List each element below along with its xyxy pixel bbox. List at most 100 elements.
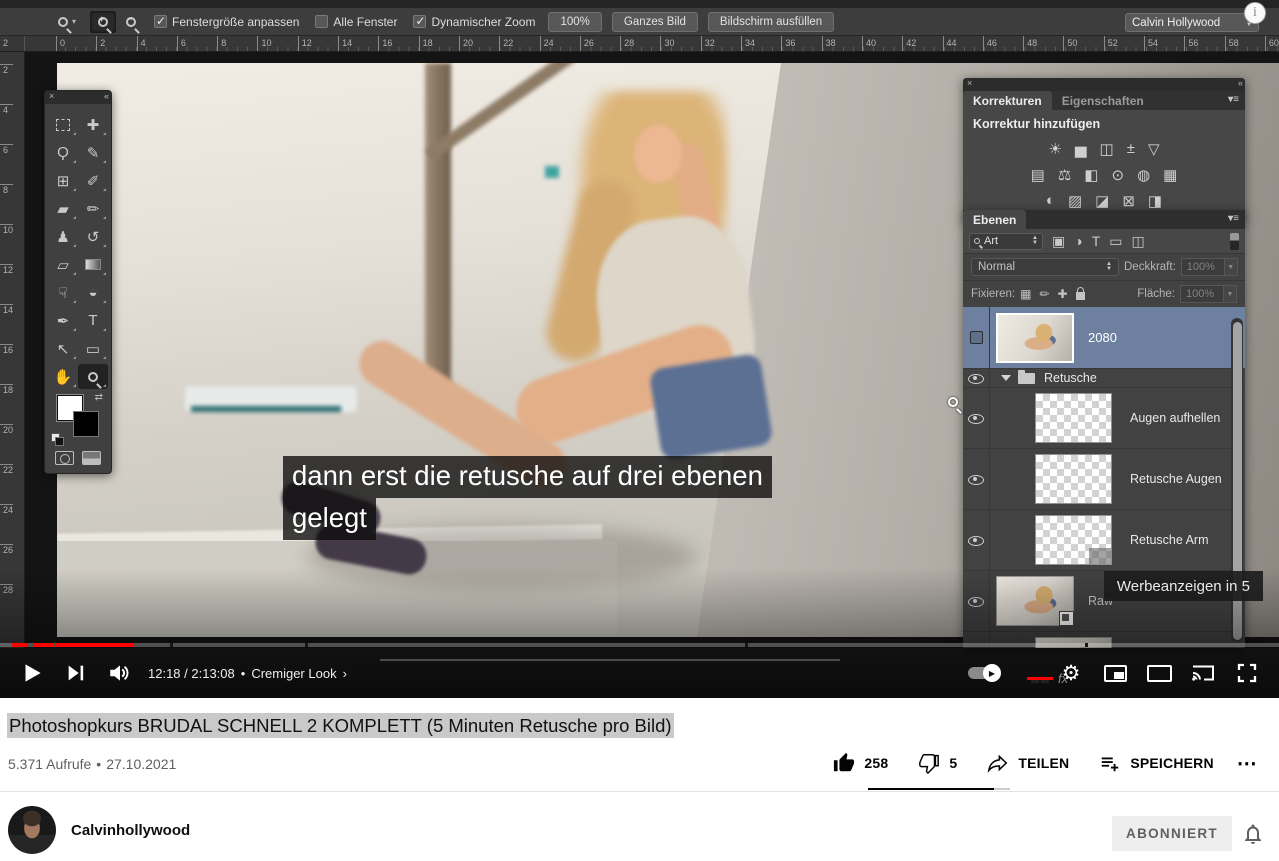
layer-thumbnail[interactable] [1035,454,1112,504]
zoom-tool-dropdown[interactable]: ▾ [58,17,76,27]
pen-tool[interactable]: ✒ [48,308,78,333]
more-actions-button[interactable]: ⋯ [1229,745,1265,781]
channel-mixer-icon[interactable]: ◍ [1137,166,1150,184]
filter-type-layers-icon[interactable]: T [1092,233,1101,250]
lock-all-icon[interactable] [1076,292,1085,300]
filter-switch-icon[interactable] [1230,233,1239,250]
layer-group-retusche[interactable]: Retusche [963,369,1245,388]
hue-saturation-icon[interactable]: ▤ [1031,166,1045,184]
zoom-100-button[interactable]: 100% [548,12,601,32]
chevron-right-icon[interactable]: › [343,666,347,681]
notification-bell-button[interactable] [1239,820,1267,848]
ganzes-bild-button[interactable]: Ganzes Bild [612,12,698,32]
background-color-swatch[interactable] [73,411,99,437]
layer-row-augen-aufhellen[interactable]: Augen aufhellen [963,388,1245,449]
channel-name[interactable]: Calvinhollywood [71,822,190,839]
visibility-toggle[interactable] [963,388,990,448]
invert-icon[interactable]: ◐ [1046,192,1055,210]
crop-tool[interactable]: ⊞ [48,168,78,193]
close-icon[interactable]: × [967,78,972,88]
layer-row-2080[interactable]: 2080 [963,307,1245,369]
share-button[interactable]: TEILEN [972,745,1084,781]
path-selection-tool[interactable]: ↖ [48,336,78,361]
close-icon[interactable]: × [49,91,54,101]
clone-stamp-tool[interactable]: ♟ [48,224,78,249]
lock-transparent-pixels-icon[interactable]: ▦ [1020,287,1031,301]
play-button[interactable] [10,650,54,696]
tab-korrekturen[interactable]: Korrekturen [963,91,1052,110]
channel-avatar[interactable] [8,806,56,854]
visibility-toggle[interactable] [963,510,990,570]
zoom-out-button[interactable]: − [118,11,144,33]
levels-icon[interactable]: ▅ [1075,140,1087,158]
selective-color-icon[interactable]: ⊠ [1122,192,1135,210]
brush-tool[interactable]: ✏ [78,196,108,221]
layer-thumbnail[interactable] [996,313,1074,363]
filter-shape-layers-icon[interactable]: ▭ [1109,233,1122,250]
shape-tool[interactable]: ▭ [78,336,108,361]
gradient-tool[interactable] [78,252,108,277]
brightness-contrast-icon[interactable]: ☀ [1049,140,1062,158]
panel-menu-icon[interactable]: ▾≡ [1228,213,1239,224]
checkbox-alle-fenster[interactable]: Alle Fenster [315,15,397,29]
miniplayer-button[interactable] [1093,650,1137,696]
move-tool[interactable]: ✚ [78,112,108,137]
exposure-icon[interactable]: ± [1127,140,1135,158]
filter-pixel-layers-icon[interactable]: ▣ [1052,233,1065,250]
fullscreen-button[interactable] [1225,650,1269,696]
bildschirm-ausfuellen-button[interactable]: Bildschirm ausfüllen [708,12,834,32]
swap-colors-icon[interactable]: ⇄ [95,392,103,403]
expand-caret-icon[interactable] [1001,375,1011,381]
gradient-map-icon[interactable]: ◨ [1148,192,1162,210]
lock-position-icon[interactable]: ✚ [1058,287,1068,301]
volume-button[interactable] [98,650,142,696]
filter-type-select[interactable]: Art ▲▼ [969,233,1043,250]
chevron-down-icon[interactable]: ▼ [1225,258,1238,276]
visibility-toggle[interactable] [963,369,990,387]
threshold-icon[interactable]: ◪ [1095,192,1109,210]
type-tool[interactable]: T [78,308,108,333]
subtitles-button[interactable] [1005,650,1049,696]
layer-row-retusche-augen[interactable]: Retusche Augen [963,449,1245,510]
settings-button[interactable]: ⚙ [1049,650,1093,696]
info-icon[interactable]: i [1244,2,1266,24]
flaeche-value[interactable]: 100% [1180,285,1224,303]
eraser-tool[interactable]: ▱ [48,252,78,277]
collapse-icon[interactable]: « [1238,78,1241,88]
hand-tool[interactable]: ✋ [48,364,78,389]
deckkraft-value[interactable]: 100% [1181,258,1225,276]
tab-ebenen[interactable]: Ebenen [963,210,1026,229]
theater-mode-button[interactable] [1137,650,1181,696]
next-button[interactable] [54,650,98,696]
workspace-select[interactable]: Calvin Hollywood ▲▼ [1125,13,1259,32]
curves-icon[interactable]: ◫ [1100,140,1114,158]
layer-row-retusche-arm[interactable]: Retusche Arm [963,510,1245,571]
color-balance-icon[interactable]: ⚖ [1058,166,1071,184]
color-lookup-icon[interactable]: ▦ [1163,166,1177,184]
chapter-title[interactable]: Cremiger Look [251,666,336,681]
eyedropper-tool[interactable]: ✐ [78,168,108,193]
default-colors-icon[interactable] [51,433,65,447]
video-player[interactable]: ▾ + − Fenstergröße anpassen Alle Fenster… [0,0,1279,698]
subscribed-button[interactable]: ABONNIERT [1112,816,1232,851]
zoom-in-button[interactable]: + [90,11,116,33]
collapse-icon[interactable]: « [104,91,107,101]
blend-mode-select[interactable]: Normal ▲▼ [971,258,1119,276]
screen-mode-icon[interactable] [82,451,101,465]
lock-image-pixels-icon[interactable]: ✏ [1039,287,1049,301]
posterize-icon[interactable]: ▨ [1068,192,1082,210]
history-brush-tool[interactable]: ↺ [78,224,108,249]
save-button[interactable]: SPEICHERN [1084,745,1228,781]
quick-mask-icon[interactable] [55,451,74,465]
dodge-tool[interactable]: ◒ [78,280,108,305]
layer-thumbnail[interactable] [1035,515,1112,565]
visibility-toggle[interactable] [963,449,990,509]
progress-bar[interactable] [0,643,1279,647]
vibrance-icon[interactable]: ▽ [1148,140,1160,158]
lasso-tool[interactable]: Ϙ [48,140,78,165]
checkbox-fenstergroesse-anpassen[interactable]: Fenstergröße anpassen [154,15,299,29]
autoplay-toggle[interactable]: ▶ [961,650,1005,696]
photo-filter-icon[interactable]: ⊙ [1111,166,1124,184]
visibility-toggle[interactable] [963,307,990,368]
chevron-down-icon[interactable]: ▼ [1224,285,1237,303]
